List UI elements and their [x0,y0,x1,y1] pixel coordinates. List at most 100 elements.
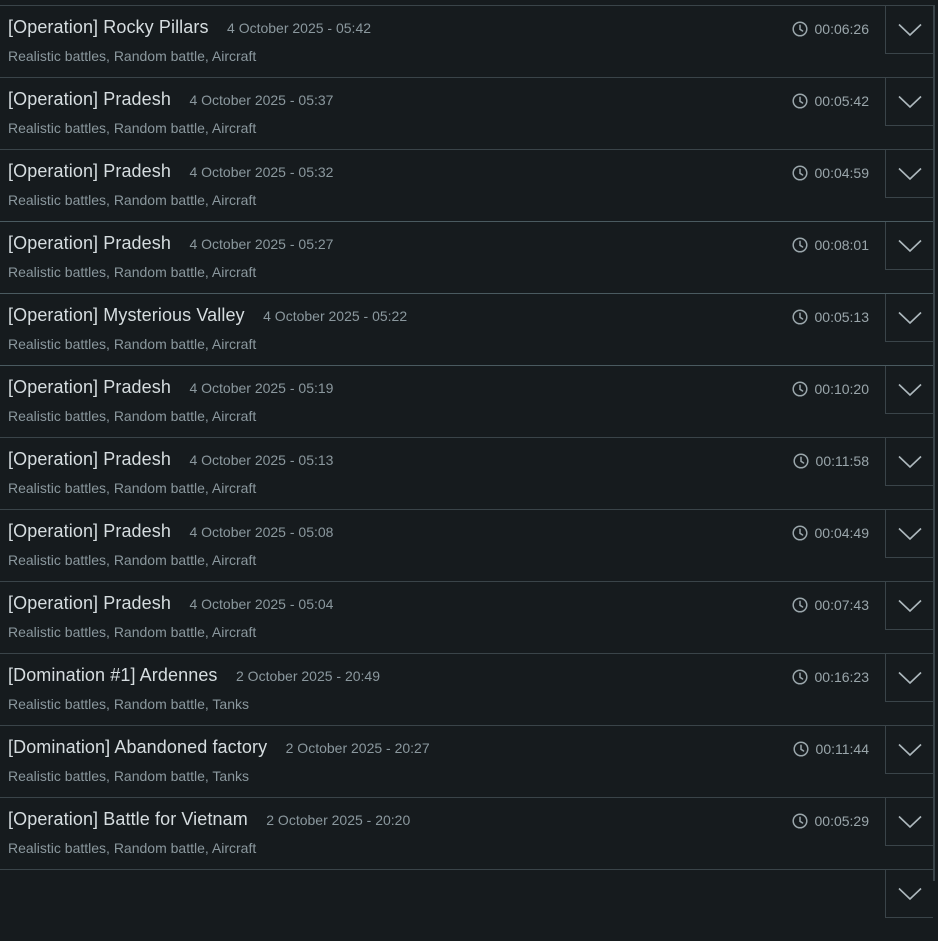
battle-row[interactable]: [Operation] Pradesh 4 October 2025 - 05:… [0,365,933,437]
battle-duration: 00:05:29 [791,813,869,829]
clock-icon [791,525,808,541]
battle-title: [Operation] Pradesh [8,449,171,469]
battle-row[interactable]: [Operation] Rocky Pillars 4 October 2025… [0,5,933,77]
battle-title-line [8,881,22,902]
battle-row[interactable]: [Domination] Abandoned factory 2 October… [0,725,933,797]
expand-button[interactable] [885,510,933,558]
battle-duration-value: 00:08:01 [814,237,870,253]
battle-duration-value: 00:10:20 [814,381,870,397]
expand-button[interactable] [885,870,933,918]
expand-button[interactable] [885,6,933,54]
clock-icon [791,237,808,253]
battle-title: [Operation] Rocky Pillars [8,17,209,37]
battle-duration: 00:06:26 [791,21,869,37]
battle-title: [Domination #1] Ardennes [8,665,218,685]
battle-meta: Realistic battles, Random battle, Aircra… [8,120,257,136]
battle-title-line: [Domination #1] Ardennes 2 October 2025 … [8,665,380,686]
battle-row[interactable] [0,869,933,941]
battle-date: 2 October 2025 - 20:49 [236,668,380,684]
battle-title: [Operation] Mysterious Valley [8,305,245,325]
battle-duration-value: 00:16:23 [814,669,870,685]
expand-button[interactable] [885,78,933,126]
battle-date: 4 October 2025 - 05:37 [189,92,334,108]
chevron-down-icon [897,23,922,36]
expand-button[interactable] [885,438,933,486]
expand-button[interactable] [885,294,933,342]
battle-title-line: [Operation] Pradesh 4 October 2025 - 05:… [8,377,333,398]
battle-row[interactable]: [Operation] Pradesh 4 October 2025 - 05:… [0,581,933,653]
battle-date: 4 October 2025 - 05:42 [227,20,372,36]
expand-button[interactable] [885,582,933,630]
battle-duration-value: 00:11:58 [815,453,869,469]
battle-duration: 00:04:49 [791,525,870,541]
battle-row[interactable]: [Operation] Pradesh 4 October 2025 - 05:… [0,437,933,509]
battle-row[interactable]: [Operation] Pradesh 4 October 2025 - 05:… [0,221,933,293]
battle-meta: Realistic battles, Random battle, Tanks [8,696,249,712]
battle-title-line: [Operation] Pradesh 4 October 2025 - 05:… [8,593,333,614]
battle-meta: Realistic battles, Random battle, Tanks [8,768,249,784]
battle-date: 2 October 2025 - 20:20 [266,812,411,828]
battle-title-line: [Operation] Pradesh 4 October 2025 - 05:… [8,449,333,470]
battle-date: 4 October 2025 - 05:04 [189,596,334,612]
battle-meta: Realistic battles, Random battle, Aircra… [8,336,257,352]
battle-meta: Realistic battles, Random battle, Aircra… [8,48,257,64]
battle-date: 4 October 2025 - 05:13 [189,452,334,468]
battle-duration: 00:07:43 [791,597,870,613]
battle-title: [Operation] Battle for Vietnam [8,809,248,829]
battle-row[interactable]: [Operation] Pradesh 4 October 2025 - 05:… [0,149,933,221]
battle-title-line: [Operation] Rocky Pillars 4 October 2025… [8,17,371,38]
battle-row[interactable]: [Operation] Mysterious Valley 4 October … [0,293,933,365]
battle-row[interactable]: [Operation] Pradesh 4 October 2025 - 05:… [0,509,933,581]
battle-title: [Operation] Pradesh [8,89,171,109]
expand-button[interactable] [885,150,933,198]
clock-icon [792,453,809,469]
clock-icon [791,21,808,37]
chevron-down-icon [897,239,922,252]
clock-icon [791,597,808,613]
battle-duration-value: 00:11:44 [815,741,869,757]
battle-meta: Realistic battles, Random battle, Aircra… [8,624,257,640]
chevron-down-icon [897,887,922,900]
chevron-down-icon [897,815,922,828]
clock-icon [791,309,808,325]
battle-title: [Operation] Pradesh [8,161,171,181]
battle-date: 4 October 2025 - 05:19 [189,380,334,396]
clock-icon [792,741,809,757]
battle-title-line: [Operation] Pradesh 4 October 2025 - 05:… [8,233,333,254]
battle-duration: 00:04:59 [791,165,870,181]
battle-duration-value: 00:04:59 [814,165,870,181]
clock-icon [791,813,808,829]
expand-button[interactable] [885,798,933,846]
expand-button[interactable] [885,222,933,270]
battle-meta: Realistic battles, Random battle, Aircra… [8,480,257,496]
battle-title-line: [Operation] Mysterious Valley 4 October … [8,305,407,326]
battle-duration: 00:16:23 [791,669,870,685]
battle-duration-value: 00:04:49 [814,525,870,541]
battle-date: 2 October 2025 - 20:27 [285,740,430,756]
battle-title: [Operation] Pradesh [8,593,171,613]
chevron-down-icon [897,167,922,180]
expand-button[interactable] [885,654,933,702]
battle-duration-value: 00:07:43 [814,597,870,613]
battle-title-line: [Operation] Pradesh 4 October 2025 - 05:… [8,521,333,542]
battle-duration-value: 00:05:42 [814,93,870,109]
battle-duration: 00:05:13 [791,309,870,325]
battle-duration-value: 00:05:13 [814,309,870,325]
battle-title-line: [Operation] Battle for Vietnam 2 October… [8,809,410,830]
chevron-down-icon [897,95,922,108]
battle-title-line: [Domination] Abandoned factory 2 October… [8,737,430,758]
battle-title-line: [Operation] Pradesh 4 October 2025 - 05:… [8,89,333,110]
chevron-down-icon [897,527,922,540]
battle-meta: Realistic battles, Random battle, Aircra… [8,552,257,568]
battle-row[interactable]: [Operation] Pradesh 4 October 2025 - 05:… [0,77,933,149]
chevron-down-icon [897,671,922,684]
battle-duration: 00:08:01 [791,237,870,253]
chevron-down-icon [897,311,922,324]
battle-duration: 00:10:20 [791,381,870,397]
battle-row[interactable]: [Domination #1] Ardennes 2 October 2025 … [0,653,933,725]
expand-button[interactable] [885,726,933,774]
chevron-down-icon [897,455,922,468]
clock-icon [791,669,808,685]
expand-button[interactable] [885,366,933,414]
battle-row[interactable]: [Operation] Battle for Vietnam 2 October… [0,797,933,869]
